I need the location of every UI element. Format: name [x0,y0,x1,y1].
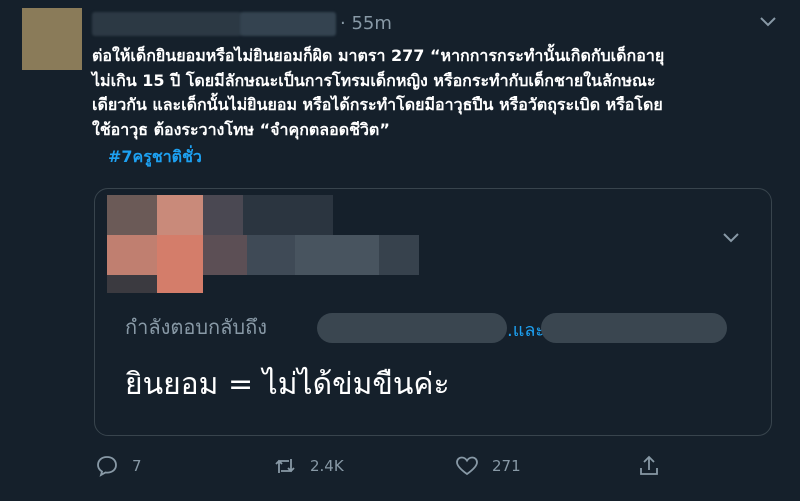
redacted-pixel-block [379,235,419,275]
tweet-text-line: ต่อให้เด็กยินยอมหรือไม่ยินยอมก็ผิด มาตรา… [92,46,665,65]
redacted-pixel-block [157,195,203,235]
tweet-actions: 7 2.4K 271 [0,452,800,482]
handle-redacted[interactable] [240,12,336,36]
redacted-pixel-block [295,235,379,275]
display-name-redacted[interactable] [92,12,242,36]
tweet-text-line: ไม่เกิน 15 ปี โดยมีลักษณะเป็นการโทรมเด็ก… [92,70,656,90]
redacted-pixel-block [107,195,157,235]
redacted-pixel-block [243,195,333,235]
redacted-pixel-block [107,235,157,275]
tweet: · 55m ต่อให้เด็กยินยอมหรือไม่ยินยอมก็ผิด… [0,0,800,501]
chevron-down-icon[interactable] [719,225,743,249]
redacted-pixel-block [203,195,243,235]
share-button[interactable] [636,452,674,480]
redacted-pixel-block [247,235,295,275]
heart-icon [456,456,478,476]
retweet-button[interactable]: 2.4K [272,452,344,480]
retweet-icon [275,459,295,473]
chevron-down-icon[interactable] [758,12,778,32]
like-button[interactable]: 271 [454,452,521,480]
share-icon [640,455,658,475]
comment-icon [97,456,117,477]
redacted-pixel-block [157,235,203,293]
tweet-text: ต่อให้เด็กยินยอมหรือไม่ยินยอมก็ผิด มาตรา… [92,44,782,142]
reply-count: 7 [132,457,142,475]
mention-redacted[interactable] [317,313,507,343]
redacted-pixel-block [203,235,247,275]
reply-button[interactable]: 7 [94,452,142,480]
tweet-text-line: เดียวกัน และเด็กนั้นไม่ยินยอม หรือได้กระ… [92,95,663,114]
retweet-count: 2.4K [310,457,344,475]
replying-to-label: กำลังตอบกลับถึง [125,315,267,339]
quoted-tweet-text: ยินยอม = ไม่ได้ข่มขืนค่ะ [125,367,450,402]
avatar[interactable] [22,8,82,70]
tweet-text-line: ใช้อาวุธ ต้องระวางโทษ “จำคุกตลอดชีวิต” [92,119,390,139]
mention-conjunction: .และ [507,320,546,341]
like-count: 271 [492,457,521,475]
mention-redacted[interactable] [541,313,727,343]
redacted-pixel-block [107,275,157,293]
quoted-tweet[interactable]: กำลังตอบกลับถึง .และ ยินยอม = ไม่ได้ข่มข… [94,188,772,436]
timestamp[interactable]: · 55m [340,13,392,34]
hashtag-link[interactable]: #7ครูชาติชั่ว [108,145,202,170]
